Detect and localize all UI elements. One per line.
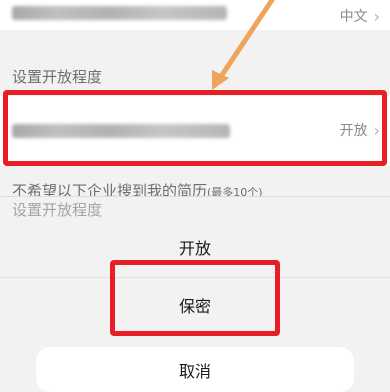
cancel-button[interactable]: 取消 [36,347,354,392]
action-sheet-title: 设置开放程度 [12,201,103,219]
highlight-private-option [110,260,280,336]
